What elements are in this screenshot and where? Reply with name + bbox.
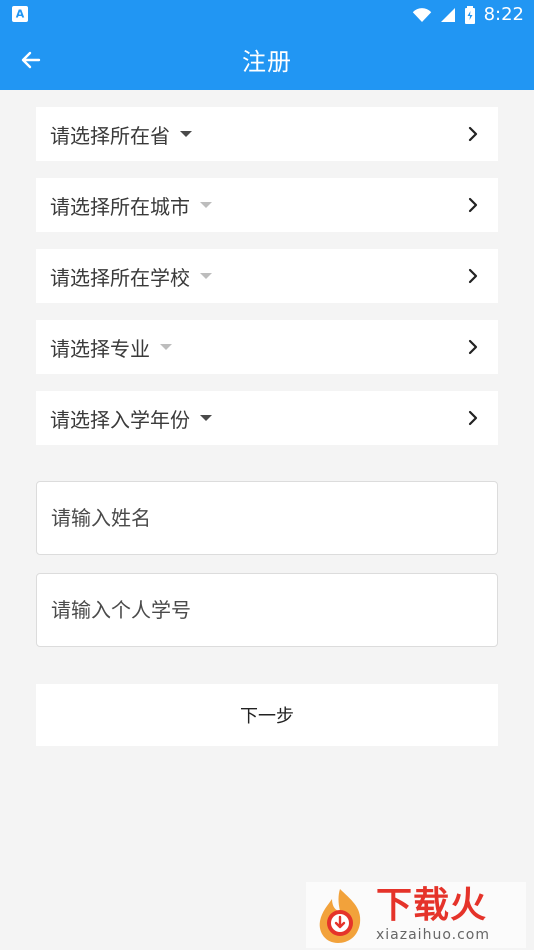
select-major-label: 请选择专业 <box>50 336 150 361</box>
caret-down-icon <box>200 202 212 208</box>
select-enrollment-year[interactable]: 请选择入学年份 <box>36 391 498 445</box>
select-city[interactable]: 请选择所在城市 <box>36 178 498 232</box>
next-step-button[interactable]: 下一步 <box>36 684 498 746</box>
name-field-container <box>36 481 498 555</box>
battery-icon <box>464 6 475 24</box>
caret-down-icon <box>160 344 172 350</box>
chevron-right-icon <box>466 196 480 214</box>
notification-icon-letter: A <box>15 7 25 20</box>
caret-down-icon <box>200 415 212 421</box>
flame-logo-icon <box>319 889 361 943</box>
select-province-label: 请选择所在省 <box>50 123 170 148</box>
signal-icon <box>440 8 455 22</box>
select-city-label: 请选择所在城市 <box>50 194 190 219</box>
notification-icon: A <box>12 6 28 22</box>
app-bar: 注册 <box>0 29 534 90</box>
chevron-right-icon <box>466 338 480 356</box>
select-school-label: 请选择所在学校 <box>50 265 190 290</box>
watermark-title: 下载火 <box>376 885 488 926</box>
select-enrollment-year-label: 请选择入学年份 <box>50 407 190 432</box>
wifi-icon <box>412 8 431 22</box>
select-major[interactable]: 请选择专业 <box>36 320 498 374</box>
status-bar: A 8:22 <box>0 0 534 29</box>
chevron-right-icon <box>466 125 480 143</box>
caret-down-icon <box>180 131 192 137</box>
status-time: 8:22 <box>483 4 524 25</box>
watermark: 下载火 xiazaihuo.com <box>306 882 526 948</box>
select-school[interactable]: 请选择所在学校 <box>36 249 498 303</box>
student-id-input[interactable] <box>37 574 497 646</box>
select-province[interactable]: 请选择所在省 <box>36 107 498 161</box>
student-id-field-container <box>36 573 498 647</box>
watermark-subtitle: xiazaihuo.com <box>376 927 490 943</box>
chevron-right-icon <box>466 409 480 427</box>
page-title: 注册 <box>242 48 292 76</box>
status-right: 8:22 <box>412 4 524 26</box>
chevron-right-icon <box>466 267 480 285</box>
name-input[interactable] <box>37 482 497 554</box>
watermark-text: 下载火 xiazaihuo.com <box>376 885 490 943</box>
caret-down-icon <box>200 273 212 279</box>
